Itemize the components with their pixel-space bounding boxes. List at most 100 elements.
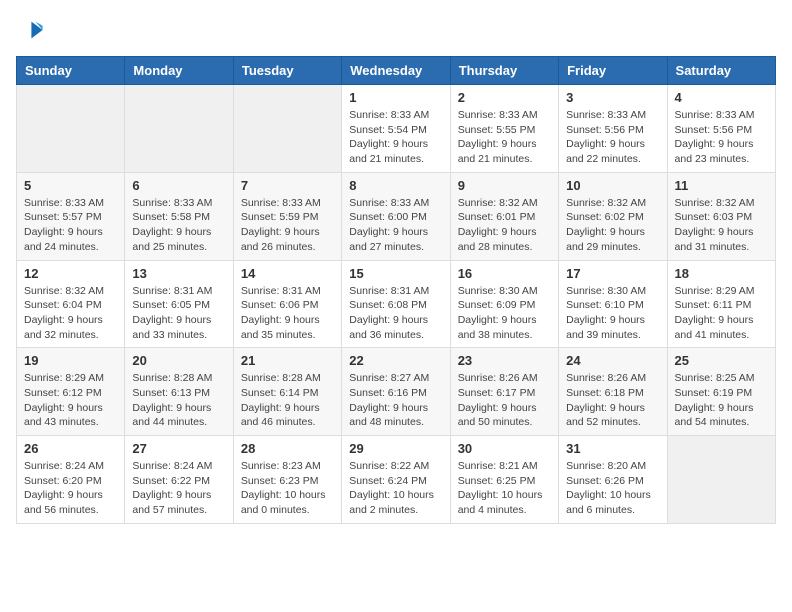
calendar-cell: 16Sunrise: 8:30 AM Sunset: 6:09 PM Dayli… <box>450 260 558 348</box>
day-number: 6 <box>132 178 225 193</box>
day-info: Sunrise: 8:29 AM Sunset: 6:11 PM Dayligh… <box>675 284 768 343</box>
day-info: Sunrise: 8:31 AM Sunset: 6:08 PM Dayligh… <box>349 284 442 343</box>
day-info: Sunrise: 8:32 AM Sunset: 6:04 PM Dayligh… <box>24 284 117 343</box>
calendar-cell: 4 Sunrise: 8:33 AM Sunset: 5:56 PM Daylig… <box>667 85 775 173</box>
day-number: 7 <box>241 178 334 193</box>
calendar-cell: 18 Sunrise: 8:29 AM Sunset: 6:11 PM Dayli… <box>667 260 775 348</box>
calendar-cell: 30 Sunrise: 8:21 AM Sunset: 6:25 PM Dayli… <box>450 436 558 524</box>
day-number: 10 <box>566 178 659 193</box>
calendar-week-row: 26 Sunrise: 8:24 AM Sunset: 6:20 PM Dayli… <box>17 436 776 524</box>
day-number: 9 <box>458 178 551 193</box>
day-info: Sunrise: 8:25 AM Sunset: 6:19 PM Dayligh… <box>675 371 768 430</box>
day-info: Sunrise: 8:31 AM Sunset: 6:05 PM Dayligh… <box>132 284 225 343</box>
calendar-cell: 29 Sunrise: 8:22 AM Sunset: 6:24 PM Dayli… <box>342 436 450 524</box>
calendar-cell: 23Sunrise: 8:26 AM Sunset: 6:17 PM Dayli… <box>450 348 558 436</box>
calendar-cell: 31 Sunrise: 8:20 AM Sunset: 6:26 PM Dayli… <box>559 436 667 524</box>
calendar-cell: 5 Sunrise: 8:33 AM Sunset: 5:57 PM Daylig… <box>17 172 125 260</box>
day-info: Sunrise: 8:28 AM Sunset: 6:13 PM Dayligh… <box>132 371 225 430</box>
day-number: 12 <box>24 266 117 281</box>
calendar-cell <box>125 85 233 173</box>
calendar-cell: 28 Sunrise: 8:23 AM Sunset: 6:23 PM Dayli… <box>233 436 341 524</box>
day-info: Sunrise: 8:23 AM Sunset: 6:23 PM Dayligh… <box>241 459 334 518</box>
day-info: Sunrise: 8:32 AM Sunset: 6:02 PM Dayligh… <box>566 196 659 255</box>
calendar-cell: 6 Sunrise: 8:33 AM Sunset: 5:58 PM Daylig… <box>125 172 233 260</box>
day-info: Sunrise: 8:33 AM Sunset: 5:57 PM Dayligh… <box>24 196 117 255</box>
day-number: 13 <box>132 266 225 281</box>
calendar-week-row: 1Sunrise: 8:33 AM Sunset: 5:54 PM Daylig… <box>17 85 776 173</box>
day-info: Sunrise: 8:27 AM Sunset: 6:16 PM Dayligh… <box>349 371 442 430</box>
weekday-header: Sunday <box>17 57 125 85</box>
day-info: Sunrise: 8:28 AM Sunset: 6:14 PM Dayligh… <box>241 371 334 430</box>
day-info: Sunrise: 8:33 AM Sunset: 5:56 PM Dayligh… <box>675 108 768 167</box>
day-number: 5 <box>24 178 117 193</box>
day-number: 26 <box>24 441 117 456</box>
weekday-header: Saturday <box>667 57 775 85</box>
day-number: 28 <box>241 441 334 456</box>
day-info: Sunrise: 8:32 AM Sunset: 6:03 PM Dayligh… <box>675 196 768 255</box>
calendar-cell: 19 Sunrise: 8:29 AM Sunset: 6:12 PM Dayli… <box>17 348 125 436</box>
day-info: Sunrise: 8:30 AM Sunset: 6:10 PM Dayligh… <box>566 284 659 343</box>
day-number: 15 <box>349 266 442 281</box>
day-info: Sunrise: 8:26 AM Sunset: 6:18 PM Dayligh… <box>566 371 659 430</box>
calendar-cell: 7Sunrise: 8:33 AM Sunset: 5:59 PM Daylig… <box>233 172 341 260</box>
calendar-week-row: 5 Sunrise: 8:33 AM Sunset: 5:57 PM Daylig… <box>17 172 776 260</box>
day-info: Sunrise: 8:33 AM Sunset: 5:56 PM Dayligh… <box>566 108 659 167</box>
page-header <box>16 16 776 44</box>
day-number: 19 <box>24 353 117 368</box>
day-info: Sunrise: 8:33 AM Sunset: 5:58 PM Dayligh… <box>132 196 225 255</box>
calendar-cell: 12 Sunrise: 8:32 AM Sunset: 6:04 PM Dayli… <box>17 260 125 348</box>
calendar-cell: 21 Sunrise: 8:28 AM Sunset: 6:14 PM Dayli… <box>233 348 341 436</box>
day-number: 18 <box>675 266 768 281</box>
calendar-cell: 14Sunrise: 8:31 AM Sunset: 6:06 PM Dayli… <box>233 260 341 348</box>
day-info: Sunrise: 8:29 AM Sunset: 6:12 PM Dayligh… <box>24 371 117 430</box>
weekday-header: Thursday <box>450 57 558 85</box>
calendar-cell: 22 Sunrise: 8:27 AM Sunset: 6:16 PM Dayli… <box>342 348 450 436</box>
day-info: Sunrise: 8:33 AM Sunset: 5:54 PM Dayligh… <box>349 108 442 167</box>
day-info: Sunrise: 8:21 AM Sunset: 6:25 PM Dayligh… <box>458 459 551 518</box>
day-number: 27 <box>132 441 225 456</box>
day-number: 20 <box>132 353 225 368</box>
calendar-cell: 24 Sunrise: 8:26 AM Sunset: 6:18 PM Dayli… <box>559 348 667 436</box>
day-number: 31 <box>566 441 659 456</box>
calendar-cell: 2Sunrise: 8:33 AM Sunset: 5:55 PM Daylig… <box>450 85 558 173</box>
calendar-cell: 3Sunrise: 8:33 AM Sunset: 5:56 PM Daylig… <box>559 85 667 173</box>
day-number: 14 <box>241 266 334 281</box>
day-number: 11 <box>675 178 768 193</box>
day-info: Sunrise: 8:20 AM Sunset: 6:26 PM Dayligh… <box>566 459 659 518</box>
day-number: 29 <box>349 441 442 456</box>
day-info: Sunrise: 8:33 AM Sunset: 5:55 PM Dayligh… <box>458 108 551 167</box>
day-info: Sunrise: 8:24 AM Sunset: 6:22 PM Dayligh… <box>132 459 225 518</box>
day-number: 4 <box>675 90 768 105</box>
calendar-week-row: 12 Sunrise: 8:32 AM Sunset: 6:04 PM Dayli… <box>17 260 776 348</box>
weekday-header: Tuesday <box>233 57 341 85</box>
weekday-header: Monday <box>125 57 233 85</box>
calendar-cell: 25Sunrise: 8:25 AM Sunset: 6:19 PM Dayli… <box>667 348 775 436</box>
calendar-table: SundayMondayTuesdayWednesdayThursdayFrid… <box>16 56 776 524</box>
calendar-header-row: SundayMondayTuesdayWednesdayThursdayFrid… <box>17 57 776 85</box>
calendar-cell <box>233 85 341 173</box>
day-number: 30 <box>458 441 551 456</box>
day-info: Sunrise: 8:24 AM Sunset: 6:20 PM Dayligh… <box>24 459 117 518</box>
calendar-cell <box>667 436 775 524</box>
day-info: Sunrise: 8:22 AM Sunset: 6:24 PM Dayligh… <box>349 459 442 518</box>
day-number: 22 <box>349 353 442 368</box>
logo-icon <box>16 16 44 44</box>
calendar-cell: 13 Sunrise: 8:31 AM Sunset: 6:05 PM Dayli… <box>125 260 233 348</box>
weekday-header: Friday <box>559 57 667 85</box>
day-info: Sunrise: 8:32 AM Sunset: 6:01 PM Dayligh… <box>458 196 551 255</box>
calendar-cell: 9 Sunrise: 8:32 AM Sunset: 6:01 PM Daylig… <box>450 172 558 260</box>
calendar-cell <box>17 85 125 173</box>
day-number: 21 <box>241 353 334 368</box>
day-number: 8 <box>349 178 442 193</box>
day-info: Sunrise: 8:33 AM Sunset: 6:00 PM Dayligh… <box>349 196 442 255</box>
day-number: 24 <box>566 353 659 368</box>
logo <box>16 16 48 44</box>
calendar-cell: 15 Sunrise: 8:31 AM Sunset: 6:08 PM Dayli… <box>342 260 450 348</box>
calendar-cell: 26 Sunrise: 8:24 AM Sunset: 6:20 PM Dayli… <box>17 436 125 524</box>
calendar-cell: 1Sunrise: 8:33 AM Sunset: 5:54 PM Daylig… <box>342 85 450 173</box>
day-number: 23 <box>458 353 551 368</box>
day-info: Sunrise: 8:30 AM Sunset: 6:09 PM Dayligh… <box>458 284 551 343</box>
calendar-cell: 20 Sunrise: 8:28 AM Sunset: 6:13 PM Dayli… <box>125 348 233 436</box>
calendar-cell: 10 Sunrise: 8:32 AM Sunset: 6:02 PM Dayli… <box>559 172 667 260</box>
day-number: 17 <box>566 266 659 281</box>
